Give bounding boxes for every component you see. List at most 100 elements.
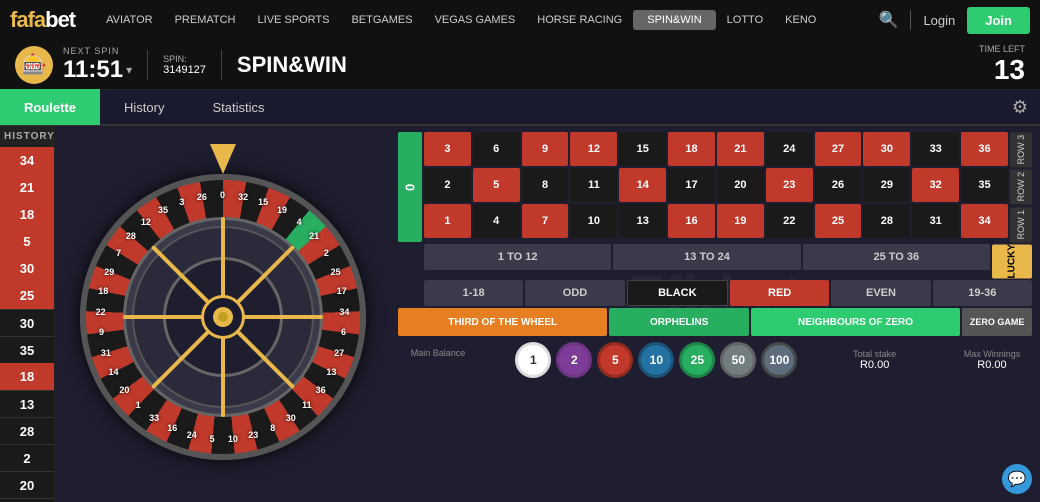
search-icon[interactable]: 🔍 [879, 10, 899, 30]
chip-2[interactable]: 2 [556, 342, 592, 378]
num-cell[interactable]: 26 [815, 168, 862, 202]
nav: AVIATOR PREMATCH LIVE SPORTS BETGAMES VE… [95, 10, 873, 30]
wheel-pointer [210, 144, 236, 174]
num-cell[interactable]: 35 [961, 168, 1008, 202]
num-cell[interactable]: 31 [912, 204, 959, 238]
num-cell[interactable]: 10 [570, 204, 617, 238]
row-label-2[interactable]: ROW 2 [1010, 169, 1032, 204]
num-cell[interactable]: 23 [766, 168, 813, 202]
dozen-bets: 1 TO 12 13 TO 24 25 TO 36 LUCKY [398, 244, 1032, 278]
num-cell[interactable]: 16 [668, 204, 715, 238]
bet-third-wheel[interactable]: THIRD OF THE WHEEL [398, 308, 607, 336]
num-cell[interactable]: 1 [424, 204, 471, 238]
bet-even[interactable]: EVEN [831, 280, 930, 306]
num-cell[interactable]: 33 [912, 132, 959, 166]
chip-25[interactable]: 25 [679, 342, 715, 378]
list-item: 25 [0, 282, 54, 309]
nav-aviator[interactable]: AVIATOR [95, 14, 163, 26]
nav-horse-racing[interactable]: HORSE RACING [526, 14, 633, 26]
chip-100[interactable]: 100 [761, 342, 797, 378]
num-cell[interactable]: 14 [619, 168, 666, 202]
num-cell[interactable]: 25 [815, 204, 862, 238]
total-stake-label: Total stake [835, 349, 915, 359]
row-label-1[interactable]: ROW 1 [1010, 207, 1032, 242]
zero-cell[interactable]: 0 [398, 132, 422, 242]
num-cell[interactable]: 20 [717, 168, 764, 202]
chip-50[interactable]: 50 [720, 342, 756, 378]
tab-history[interactable]: History [100, 89, 188, 125]
tab-roulette[interactable]: Roulette [0, 89, 100, 125]
num-cell[interactable]: 21 [717, 132, 764, 166]
num-cell[interactable]: 9 [522, 132, 569, 166]
chip-1[interactable]: 1 [515, 342, 551, 378]
nav-vegas-games[interactable]: VEGAS GAMES [424, 14, 527, 26]
gear-icon[interactable]: ⚙ [1012, 97, 1028, 118]
dozen-1-12[interactable]: 1 TO 12 [424, 244, 611, 270]
max-winnings-section: Max Winnings R0.00 [952, 349, 1032, 371]
nav-betgames[interactable]: BETGAMES [340, 14, 423, 26]
bet-red[interactable]: RED [730, 280, 829, 306]
list-item: 13 [0, 390, 54, 417]
divider [910, 10, 911, 30]
spacer-zero2 [398, 280, 422, 306]
list-item: 21 [0, 174, 54, 201]
dozen-25-36[interactable]: 25 TO 36 [803, 244, 990, 270]
nav-keno[interactable]: KENO [774, 14, 827, 26]
chevron-down-icon[interactable]: ▾ [126, 63, 132, 77]
chat-bubble[interactable]: 💬 [1002, 464, 1032, 494]
nav-live-sports[interactable]: LIVE SPORTS [247, 14, 341, 26]
num-cell[interactable]: 4 [473, 204, 520, 238]
num-cell[interactable]: 3 [424, 132, 471, 166]
nav-lotto[interactable]: LOTTO [716, 14, 774, 26]
num-cell[interactable]: 11 [570, 168, 617, 202]
bet-1-18[interactable]: 1-18 [424, 280, 523, 306]
chip-5[interactable]: 5 [597, 342, 633, 378]
row-label-3[interactable]: ROW 3 [1010, 132, 1032, 167]
num-cell[interactable]: 29 [863, 168, 910, 202]
num-cell[interactable]: 12 [570, 132, 617, 166]
bet-black[interactable]: BLACK [627, 280, 728, 306]
num-cell[interactable]: 17 [668, 168, 715, 202]
login-button[interactable]: Login [923, 13, 955, 28]
dozen-13-24[interactable]: 13 TO 24 [613, 244, 800, 270]
tab-statistics[interactable]: Statistics [188, 89, 288, 125]
grid-row-3: 3 6 9 12 15 18 21 24 27 30 33 36 [424, 132, 1008, 166]
num-cell[interactable]: 2 [424, 168, 471, 202]
range-bets: 1-18 ODD BLACK RED EVEN 19-36 [398, 280, 1032, 306]
numbers-grid-body: 3 6 9 12 15 18 21 24 27 30 33 36 2 5 [424, 132, 1008, 242]
num-cell[interactable]: 32 [912, 168, 959, 202]
bet-zero-game[interactable]: ZERO GAME [962, 308, 1032, 336]
bet-neighbours-zero[interactable]: NEIGHBOURS OF ZERO [751, 308, 960, 336]
balance-section: Main Balance [398, 348, 478, 372]
num-cell[interactable]: 6 [473, 132, 520, 166]
max-winnings-label: Max Winnings [952, 349, 1032, 359]
header-right: 🔍 Login Join [879, 7, 1030, 34]
num-cell[interactable]: 15 [619, 132, 666, 166]
num-cell[interactable]: 24 [766, 132, 813, 166]
sub-divider-2 [221, 50, 222, 80]
sidebar-header: HISTORY [0, 126, 54, 147]
nav-prematch[interactable]: PREMATCH [164, 14, 247, 26]
chip-10[interactable]: 10 [638, 342, 674, 378]
bet-odd[interactable]: ODD [525, 280, 624, 306]
num-cell[interactable]: 22 [766, 204, 813, 238]
num-cell[interactable]: 5 [473, 168, 520, 202]
nav-spin-win[interactable]: SPIN&WIN [633, 10, 715, 30]
num-cell[interactable]: 27 [815, 132, 862, 166]
num-cell[interactable]: 36 [961, 132, 1008, 166]
num-cell[interactable]: 8 [522, 168, 569, 202]
num-cell[interactable]: 18 [668, 132, 715, 166]
num-cell[interactable]: 13 [619, 204, 666, 238]
num-cell[interactable]: 7 [522, 204, 569, 238]
bet-orphelins[interactable]: ORPHELINS [609, 308, 749, 336]
lucky-label[interactable]: LUCKY [992, 244, 1032, 278]
spin-time[interactable]: 11:51 [63, 56, 123, 84]
num-cell[interactable]: 19 [717, 204, 764, 238]
num-cell[interactable]: 28 [863, 204, 910, 238]
bet-19-36[interactable]: 19-36 [933, 280, 1032, 306]
spin-label: SPIN: [163, 54, 206, 64]
time-left-label: TIME LEFT [979, 44, 1025, 54]
num-cell[interactable]: 30 [863, 132, 910, 166]
join-button[interactable]: Join [967, 7, 1030, 34]
num-cell[interactable]: 34 [961, 204, 1008, 238]
